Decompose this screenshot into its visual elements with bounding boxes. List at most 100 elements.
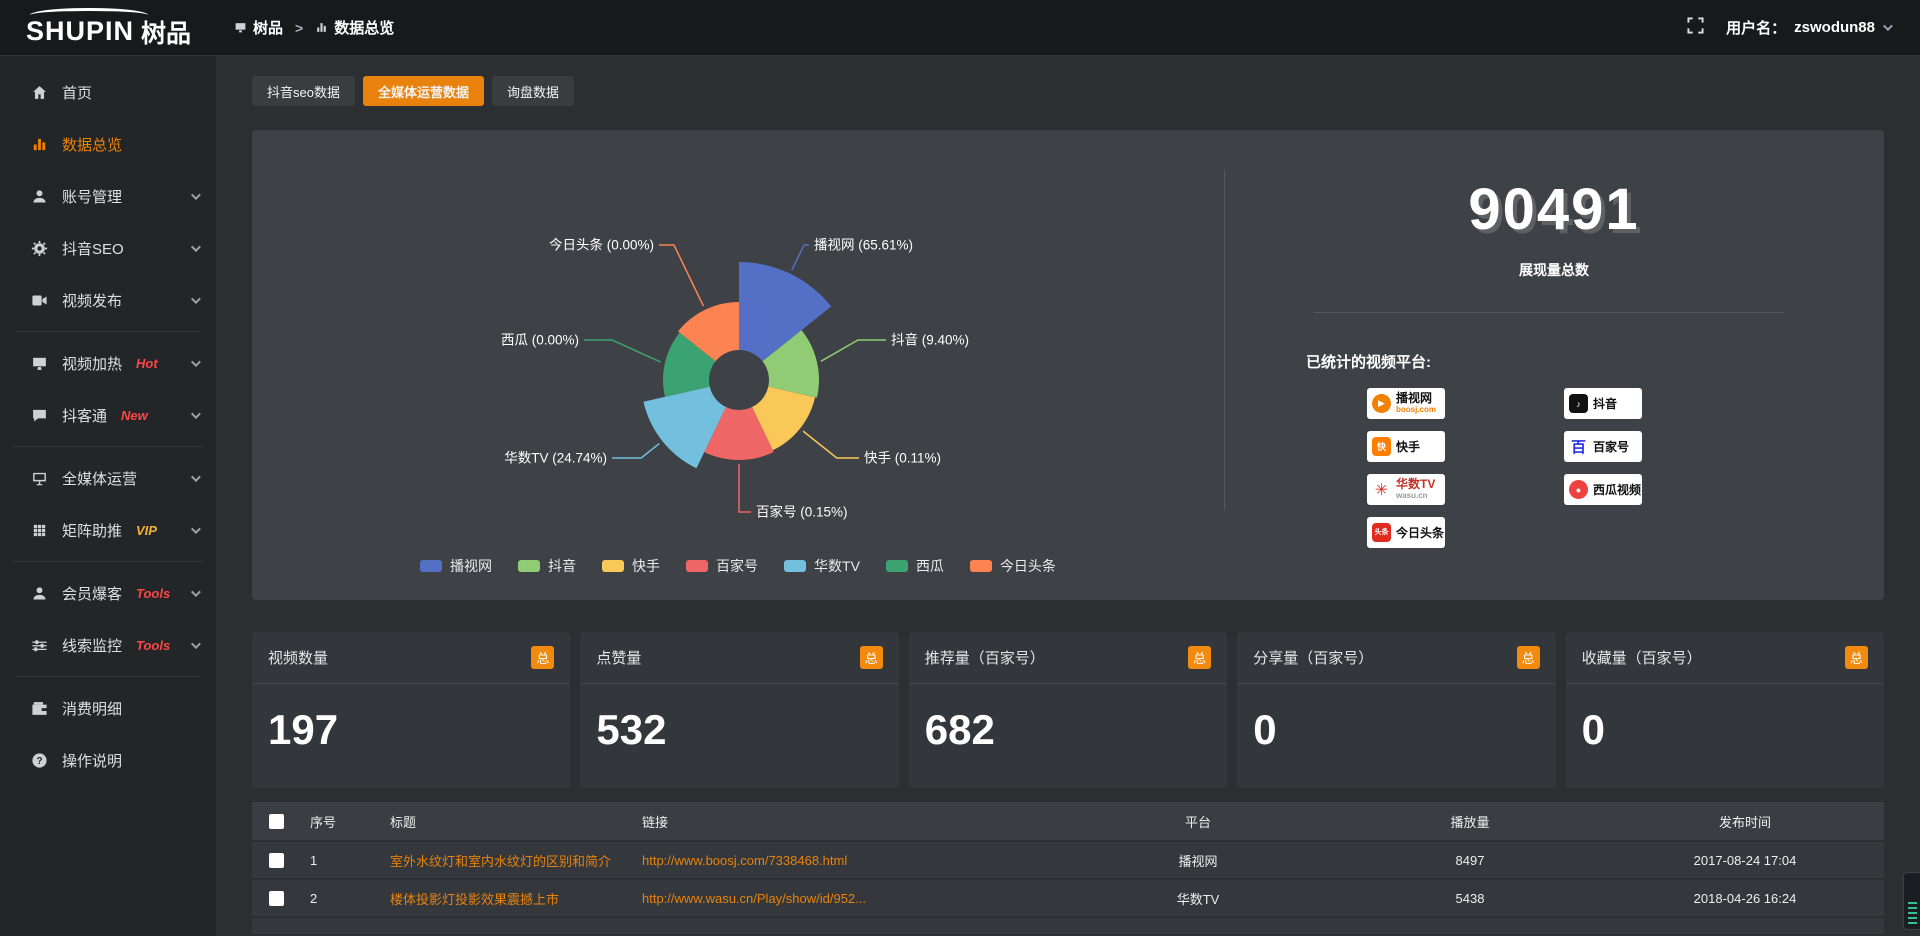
label-line-抖音	[821, 340, 886, 361]
sidebar-item-视频发布[interactable]: 视频发布	[0, 274, 216, 326]
table-header-checkbox-cell	[252, 814, 300, 829]
summary-divider	[1314, 312, 1784, 313]
pie-label-播视网: 播视网 (65.61%)	[814, 238, 913, 253]
stat-card-value: 682	[909, 684, 1227, 754]
platform-badge-sub: wasu.cn	[1396, 490, 1435, 502]
tab-全媒体运营数据[interactable]: 全媒体运营数据	[363, 76, 484, 106]
rose-chart-svg: 播视网 (65.61%)抖音 (9.40%)快手 (0.11%)百家号 (0.1…	[252, 130, 1224, 570]
user-icon	[30, 187, 48, 205]
sidebar-item-消费明细[interactable]: 消费明细	[0, 682, 216, 734]
chat-icon	[30, 406, 48, 424]
table-header-序号: 序号	[300, 812, 380, 831]
total-badge: 总	[1517, 646, 1540, 669]
sidebar-item-线索监控[interactable]: 线索监控Tools	[0, 619, 216, 671]
sidebar-item-视频加热[interactable]: 视频加热 Hot	[0, 337, 216, 389]
sidebar-item-矩阵助推[interactable]: 矩阵助推VIP	[0, 504, 216, 556]
legend-item-快手[interactable]: 快手	[602, 556, 660, 576]
sidebar: 首页数据总览账号管理抖音SEO 视频发布视频加热 Hot 抖客通New 全媒体运营矩阵助…	[0, 56, 216, 936]
pie-label-百家号: 百家号 (0.15%)	[756, 504, 848, 520]
label-line-播视网	[792, 245, 809, 270]
floating-widget[interactable]	[1903, 872, 1920, 930]
platform-badge-今日头条: 头条今日头条	[1367, 517, 1445, 548]
data-tabs: 抖音seo数据全媒体运营数据询盘数据	[252, 76, 1884, 106]
logo-text-suffix: 树品	[141, 14, 191, 50]
overview-panel: 播视网 (65.61%)抖音 (9.40%)快手 (0.11%)百家号 (0.1…	[252, 130, 1884, 600]
legend-label: 百家号	[716, 556, 758, 576]
row-time: 2018-04-26 16:24	[1606, 891, 1884, 906]
legend-swatch	[784, 560, 806, 572]
table-header-链接: 链接	[632, 812, 1062, 831]
breadcrumb-separator: >	[295, 20, 303, 36]
platform-badge-column-1: ▶播视网boosj.com快快手✳华数TVwasu.cn头条今日头条	[1367, 388, 1564, 548]
tab-抖音seo数据[interactable]: 抖音seo数据	[252, 76, 355, 106]
select-all-checkbox[interactable]	[269, 814, 284, 829]
label-line-快手	[803, 431, 859, 458]
breadcrumb-home[interactable]: 树品	[234, 17, 283, 38]
user-menu[interactable]: 用户名：zswodun88	[1726, 17, 1890, 38]
sidebar-item-badge: Tools	[136, 638, 170, 653]
row-checkbox[interactable]	[269, 891, 284, 906]
legend-label: 华数TV	[814, 556, 860, 576]
row-url-link[interactable]: http://www.boosj.com/7338468.html	[632, 853, 1062, 868]
legend-item-西瓜[interactable]: 西瓜	[886, 556, 944, 576]
sidebar-item-数据总览[interactable]: 数据总览	[0, 118, 216, 170]
sidebar-divider	[14, 676, 202, 677]
row-num: 1	[300, 853, 380, 868]
row-title-link[interactable]: 楼体投影灯投影效果震撼上市	[380, 889, 632, 908]
sidebar-item-首页[interactable]: 首页	[0, 66, 216, 118]
breadcrumb: 树品 > 数据总览	[234, 17, 394, 38]
sidebar-item-全媒体运营[interactable]: 全媒体运营	[0, 452, 216, 504]
tab-询盘数据[interactable]: 询盘数据	[492, 76, 574, 106]
kuaishou-logo-icon: 快	[1372, 437, 1391, 456]
stat-card-header: 分享量（百家号）总	[1237, 632, 1555, 684]
total-badge: 总	[1845, 646, 1868, 669]
platform-badge-百家号: 百百家号	[1564, 431, 1642, 462]
table-header-发布时间: 发布时间	[1606, 812, 1884, 831]
platform-badge-name: 今日头条	[1396, 527, 1444, 539]
row-checkbox[interactable]	[269, 853, 284, 868]
sidebar-item-badge: New	[121, 408, 148, 423]
legend-item-播视网[interactable]: 播视网	[420, 556, 492, 576]
platforms-label: 已统计的视频平台:	[1306, 351, 1884, 372]
label-line-西瓜	[584, 340, 661, 362]
row-checkbox-cell	[252, 853, 300, 868]
breadcrumb-current-label: 数据总览	[334, 17, 394, 38]
row-url-link[interactable]: http://www.wasu.cn/Play/show/id/952...	[632, 891, 1062, 906]
total-impressions-label: 展现量总数	[1224, 260, 1884, 280]
stat-card-value: 0	[1566, 684, 1884, 754]
legend-swatch	[420, 560, 442, 572]
sidebar-item-badge: Hot	[136, 356, 158, 371]
pie-slice-华数TV[interactable]	[643, 387, 726, 469]
legend-item-抖音[interactable]: 抖音	[518, 556, 576, 576]
sidebar-item-抖音SEO[interactable]: 抖音SEO	[0, 222, 216, 274]
table-row: 1室外水纹灯和室内水纹灯的区别和简介http://www.boosj.com/7…	[252, 842, 1884, 880]
row-plays: 5438	[1334, 891, 1606, 906]
sidebar-item-会员爆客[interactable]: 会员爆客Tools	[0, 567, 216, 619]
legend-item-今日头条[interactable]: 今日头条	[970, 556, 1056, 576]
sidebar-item-操作说明[interactable]: 操作说明	[0, 734, 216, 786]
stat-card-header: 视频数量总	[252, 632, 570, 684]
sidebar-menu: 首页数据总览账号管理抖音SEO 视频发布视频加热 Hot 抖客通New 全媒体运营矩阵助…	[0, 66, 216, 786]
total-badge: 总	[860, 646, 883, 669]
sidebar-item-账号管理[interactable]: 账号管理	[0, 170, 216, 222]
sidebar-item-label: 视频加热	[62, 353, 122, 374]
stat-card-header: 点赞量总	[580, 632, 898, 684]
breadcrumb-current[interactable]: 数据总览	[315, 17, 394, 38]
home-icon	[30, 83, 48, 101]
platform-badge-text: 百家号	[1593, 441, 1629, 453]
sidebar-item-label: 视频发布	[62, 290, 122, 311]
platform-badge-name: 快手	[1396, 441, 1420, 453]
row-title-link[interactable]: 室外水纹灯和室内水纹灯的区别和简介	[380, 851, 632, 870]
stat-card-视频数量: 视频数量总197	[252, 632, 570, 788]
sidebar-item-badge: Tools	[136, 586, 170, 601]
chart-icon	[30, 135, 48, 153]
stat-card-value: 197	[252, 684, 570, 754]
fullscreen-icon[interactable]	[1687, 17, 1704, 39]
stat-card-label: 视频数量	[268, 647, 328, 668]
sidebar-item-抖客通[interactable]: 抖客通New	[0, 389, 216, 441]
legend-swatch	[686, 560, 708, 572]
legend-item-华数TV[interactable]: 华数TV	[784, 556, 860, 576]
legend-item-百家号[interactable]: 百家号	[686, 556, 758, 576]
row-time: 2017-08-24 17:04	[1606, 853, 1884, 868]
app-logo[interactable]: SHUPIN 树品	[0, 6, 216, 50]
